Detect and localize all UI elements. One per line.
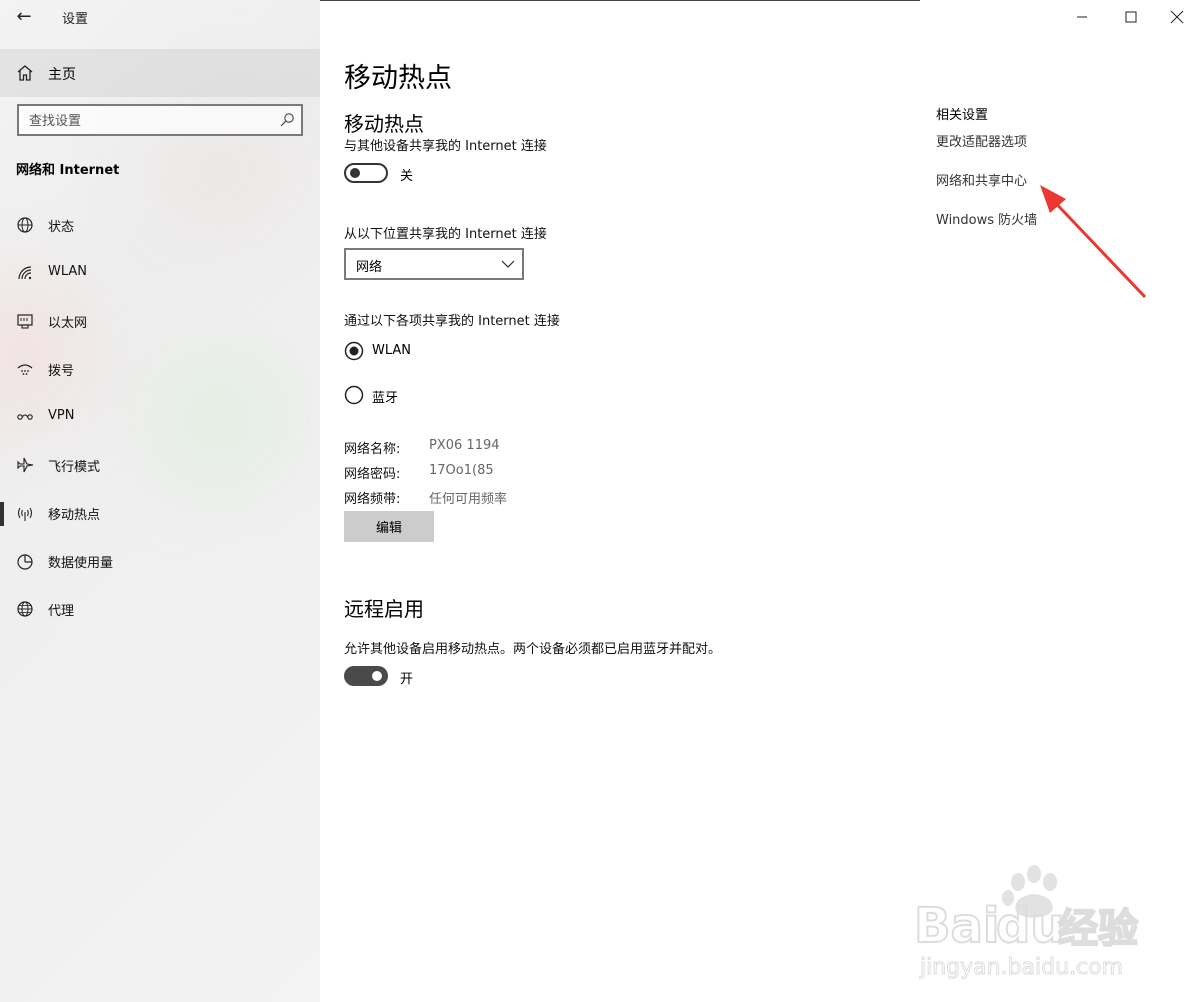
share-from-dropdown[interactable]: 网络 — [344, 248, 524, 280]
sidebar: ← 设置 主页 网络和 Internet 状态 — [0, 0, 320, 1002]
back-button[interactable]: ← — [12, 6, 36, 28]
toggle-knob — [372, 671, 382, 681]
ethernet-icon — [17, 314, 33, 329]
radio-bluetooth[interactable] — [344, 385, 364, 405]
network-password-value: 17Oo1(85 — [429, 463, 494, 478]
search-box[interactable] — [17, 104, 303, 136]
hotspot-toggle-state: 关 — [400, 169, 414, 184]
baidu-watermark-logo: Bai du 经验 jingyan.baidu.com — [913, 865, 1139, 981]
window-title: 设置 — [62, 12, 89, 27]
edit-button[interactable]: 编辑 — [344, 511, 434, 542]
close-icon[interactable] — [1162, 4, 1192, 30]
network-password-label: 网络密码: — [344, 467, 401, 482]
sidebar-item-label: 移动热点 — [48, 508, 101, 523]
maximize-icon[interactable] — [1116, 4, 1146, 30]
search-input[interactable] — [27, 110, 271, 132]
watermark-url: jingyan.baidu.com — [919, 955, 1123, 980]
link-adapter-options[interactable]: 更改适配器选项 — [936, 131, 1027, 150]
sidebar-section-title: 网络和 Internet — [16, 163, 120, 178]
window-top-border — [320, 0, 920, 1]
sidebar-item-ethernet[interactable]: 以太网 — [0, 302, 320, 342]
proxy-globe-icon — [17, 601, 33, 617]
hotspot-heading: 移动热点 — [344, 112, 424, 136]
network-band-value: 任何可用频率 — [429, 492, 508, 507]
remote-heading: 远程启用 — [344, 597, 424, 621]
sidebar-item-label: WLAN — [48, 264, 88, 279]
settings-window: ← 设置 主页 网络和 Internet 状态 — [0, 0, 1197, 1002]
related-settings-title: 相关设置 — [936, 108, 989, 123]
sidebar-item-label: 状态 — [48, 220, 75, 235]
sidebar-item-label: 拨号 — [48, 364, 75, 379]
home-icon — [17, 65, 33, 81]
sidebar-item-proxy[interactable]: 代理 — [0, 590, 320, 630]
sidebar-item-wlan[interactable]: WLAN — [0, 254, 320, 294]
hotspot-icon — [17, 507, 33, 521]
wifi-icon — [18, 266, 32, 280]
sidebar-item-mobile-hotspot[interactable]: 移动热点 — [0, 494, 320, 534]
sidebar-item-data-usage[interactable]: 数据使用量 — [0, 542, 320, 582]
dropdown-value: 网络 — [356, 260, 383, 275]
sidebar-item-label: 主页 — [48, 67, 76, 83]
chevron-down-icon — [501, 260, 515, 268]
airplane-icon — [17, 457, 34, 473]
sidebar-item-dialup[interactable]: 拨号 — [0, 350, 320, 390]
main-content: 移动热点 移动热点 与其他设备共享我的 Internet 连接 关 从以下位置共… — [320, 0, 1197, 1002]
sidebar-item-label: VPN — [48, 408, 75, 423]
radio-wlan-label: WLAN — [372, 343, 412, 358]
remote-toggle[interactable] — [344, 666, 388, 686]
sidebar-item-label: 以太网 — [48, 316, 88, 331]
dialup-icon — [17, 364, 33, 375]
annotation-arrow — [1040, 185, 1147, 299]
sidebar-item-airplane[interactable]: 飞行模式 — [0, 446, 320, 486]
sidebar-item-vpn[interactable]: VPN — [0, 398, 320, 438]
sidebar-item-label: 数据使用量 — [48, 556, 114, 571]
watermark-brand-cn: 经验 — [1058, 906, 1138, 952]
share-from-label: 从以下位置共享我的 Internet 连接 — [344, 227, 547, 242]
remote-toggle-state: 开 — [400, 672, 414, 687]
network-name-value: PX06 1194 — [429, 438, 500, 453]
sidebar-item-home[interactable]: 主页 — [0, 49, 320, 97]
sidebar-item-status[interactable]: 状态 — [0, 206, 320, 246]
watermark-brand-a: Bai — [914, 898, 999, 954]
watermark-brand-b: du — [996, 898, 1065, 954]
search-icon[interactable] — [279, 112, 295, 128]
toggle-knob — [350, 168, 360, 178]
radio-bluetooth-label: 蓝牙 — [372, 391, 399, 406]
minimize-icon[interactable] — [1067, 4, 1097, 30]
hotspot-toggle[interactable] — [344, 163, 388, 183]
vpn-icon — [17, 414, 33, 420]
link-network-sharing-center[interactable]: 网络和共享中心 — [936, 170, 1027, 189]
sidebar-item-label: 飞行模式 — [48, 460, 101, 475]
globe-status-icon — [17, 217, 33, 233]
selection-indicator — [0, 502, 4, 526]
sidebar-item-label: 代理 — [48, 604, 75, 619]
share-description: 与其他设备共享我的 Internet 连接 — [344, 139, 547, 154]
data-usage-icon — [17, 554, 33, 570]
remote-description: 允许其他设备启用移动热点。两个设备必须都已启用蓝牙并配对。 — [344, 642, 722, 657]
page-title: 移动热点 — [344, 63, 452, 94]
network-band-label: 网络频带: — [344, 492, 401, 507]
network-name-label: 网络名称: — [344, 442, 401, 457]
radio-wlan[interactable] — [344, 341, 364, 361]
share-over-label: 通过以下各项共享我的 Internet 连接 — [344, 314, 560, 329]
